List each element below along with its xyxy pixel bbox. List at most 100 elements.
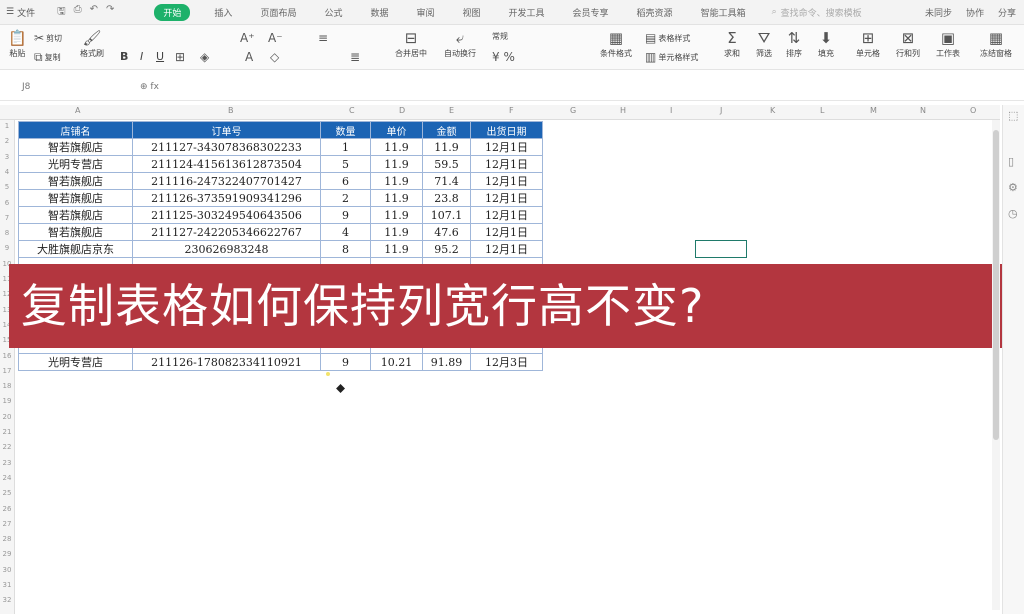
table-cell[interactable]: 智若旗舰店: [18, 223, 133, 241]
merge-center-button[interactable]: ⊟ 合并居中: [395, 29, 427, 59]
table-cell[interactable]: 12月1日: [470, 240, 543, 258]
row-header-cell[interactable]: 6: [0, 199, 14, 207]
row-header-cell[interactable]: 17: [0, 367, 14, 375]
bold-button[interactable]: B: [120, 50, 128, 63]
table-cell[interactable]: 大胜旗舰店京东: [18, 240, 133, 258]
currency-button[interactable]: ¥ %: [492, 50, 515, 64]
table-cell[interactable]: 12月1日: [470, 206, 543, 224]
row-header-cell[interactable]: 24: [0, 474, 14, 482]
scrollbar-thumb[interactable]: [993, 130, 999, 440]
cells-button[interactable]: ⊞ 单元格: [856, 29, 880, 59]
row-header-cell[interactable]: 8: [0, 229, 14, 237]
column-header-cell[interactable]: A: [75, 106, 80, 115]
menu-right-item[interactable]: 协作: [966, 6, 984, 19]
table-header-cell[interactable]: 出货日期: [470, 121, 543, 139]
table-cell[interactable]: 211126-178082334110921: [132, 353, 321, 371]
column-header-cell[interactable]: D: [399, 106, 405, 115]
property-icon[interactable]: ▯: [1008, 155, 1014, 168]
table-cell[interactable]: 11.9: [370, 138, 423, 156]
table-header-cell[interactable]: 金额: [422, 121, 471, 139]
table-cell[interactable]: 光明专营店: [18, 155, 133, 173]
print-icon[interactable]: ⎙: [74, 4, 82, 21]
row-header-cell[interactable]: 16: [0, 352, 14, 360]
table-style-button[interactable]: ▤ 表格样式: [645, 31, 690, 45]
table-cell[interactable]: 23.8: [422, 189, 471, 207]
row-header-cell[interactable]: 29: [0, 550, 14, 558]
row-header-cell[interactable]: 25: [0, 489, 14, 497]
row-header-cell[interactable]: 7: [0, 214, 14, 222]
column-header-cell[interactable]: O: [970, 106, 976, 115]
table-cell[interactable]: 11.9: [370, 240, 423, 258]
format-painter-button[interactable]: 🖌 格式刷: [80, 29, 104, 59]
table-cell[interactable]: 230626983248: [132, 240, 321, 258]
table-cell[interactable]: 11.9: [370, 189, 423, 207]
table-cell[interactable]: 12月1日: [470, 155, 543, 173]
vertical-scrollbar[interactable]: [992, 120, 1000, 610]
file-menu[interactable]: ☰ 文件: [6, 6, 35, 19]
row-header-cell[interactable]: 3: [0, 153, 14, 161]
fill-color-button[interactable]: ◈: [200, 50, 209, 64]
name-box[interactable]: J8: [22, 82, 122, 92]
settings-icon[interactable]: ⚙: [1008, 181, 1018, 194]
row-header-cell[interactable]: 19: [0, 397, 14, 405]
column-header-cell[interactable]: B: [228, 106, 234, 115]
table-cell[interactable]: 211116-247322407701427: [132, 172, 321, 190]
undo-icon[interactable]: ↶: [90, 4, 98, 21]
table-cell[interactable]: 4: [320, 223, 371, 241]
sort-button[interactable]: ⇅ 排序: [786, 29, 802, 59]
number-format-select[interactable]: 常规: [492, 31, 508, 42]
tab-2[interactable]: 页面布局: [256, 4, 300, 21]
table-cell[interactable]: 智若旗舰店: [18, 206, 133, 224]
row-header-cell[interactable]: 2: [0, 137, 14, 145]
table-header-cell[interactable]: 数量: [320, 121, 371, 139]
clear-format-button[interactable]: ◇: [270, 50, 279, 64]
table-cell[interactable]: 光明专营店: [18, 353, 133, 371]
row-header-cell[interactable]: 21: [0, 428, 14, 436]
table-header-cell[interactable]: 店铺名: [18, 121, 133, 139]
fill-button[interactable]: ⬇ 填充: [818, 29, 834, 59]
row-header-cell[interactable]: 28: [0, 535, 14, 543]
table-cell[interactable]: 12月1日: [470, 189, 543, 207]
column-header-cell[interactable]: H: [620, 106, 626, 115]
row-header-cell[interactable]: 4: [0, 168, 14, 176]
column-header-cell[interactable]: J: [720, 106, 722, 115]
menu-right-item[interactable]: 分享: [998, 6, 1016, 19]
row-header-cell[interactable]: 5: [0, 183, 14, 191]
filter-button[interactable]: ⛛ 筛选: [756, 29, 772, 59]
tab-9[interactable]: 稻壳资源: [633, 4, 677, 21]
tab-10[interactable]: 智能工具箱: [697, 4, 750, 21]
table-cell[interactable]: 9: [320, 206, 371, 224]
conditional-format-button[interactable]: ▦ 条件格式: [600, 29, 632, 59]
table-cell[interactable]: 11.9: [370, 172, 423, 190]
row-header-cell[interactable]: 27: [0, 520, 14, 528]
row-header-cell[interactable]: 9: [0, 244, 14, 252]
align-top-button[interactable]: ≡: [318, 31, 328, 45]
table-cell[interactable]: 智若旗舰店: [18, 189, 133, 207]
table-cell[interactable]: 91.89: [422, 353, 471, 371]
underline-button[interactable]: U: [156, 50, 164, 63]
table-cell[interactable]: 211125-303249540643506: [132, 206, 321, 224]
table-cell[interactable]: 10.21: [370, 353, 423, 371]
column-header-cell[interactable]: C: [349, 106, 355, 115]
redo-icon[interactable]: ↷: [106, 4, 114, 21]
table-cell[interactable]: 智若旗舰店: [18, 138, 133, 156]
table-cell[interactable]: 6: [320, 172, 371, 190]
row-header-cell[interactable]: 30: [0, 566, 14, 574]
selected-cell[interactable]: [695, 240, 747, 258]
table-cell[interactable]: 211126-373591909341296: [132, 189, 321, 207]
border-button[interactable]: ⊞: [175, 50, 185, 64]
row-col-button[interactable]: ⊠ 行和列: [896, 29, 920, 59]
table-cell[interactable]: 智若旗舰店: [18, 172, 133, 190]
font-grow-button[interactable]: A⁺: [240, 31, 255, 45]
paste-button[interactable]: 📋 粘贴: [8, 29, 27, 59]
column-header-cell[interactable]: M: [870, 106, 877, 115]
align-center-button[interactable]: ≣: [350, 50, 360, 64]
tab-6[interactable]: 视图: [459, 4, 485, 21]
table-cell[interactable]: 211124-415613612873504: [132, 155, 321, 173]
table-cell[interactable]: 11.9: [422, 138, 471, 156]
wrap-text-button[interactable]: ⤶ 自动换行: [444, 29, 476, 59]
column-header-cell[interactable]: I: [670, 106, 672, 115]
worksheet-button[interactable]: ▣ 工作表: [936, 29, 960, 59]
table-cell[interactable]: 2: [320, 189, 371, 207]
table-header-cell[interactable]: 订单号: [132, 121, 321, 139]
